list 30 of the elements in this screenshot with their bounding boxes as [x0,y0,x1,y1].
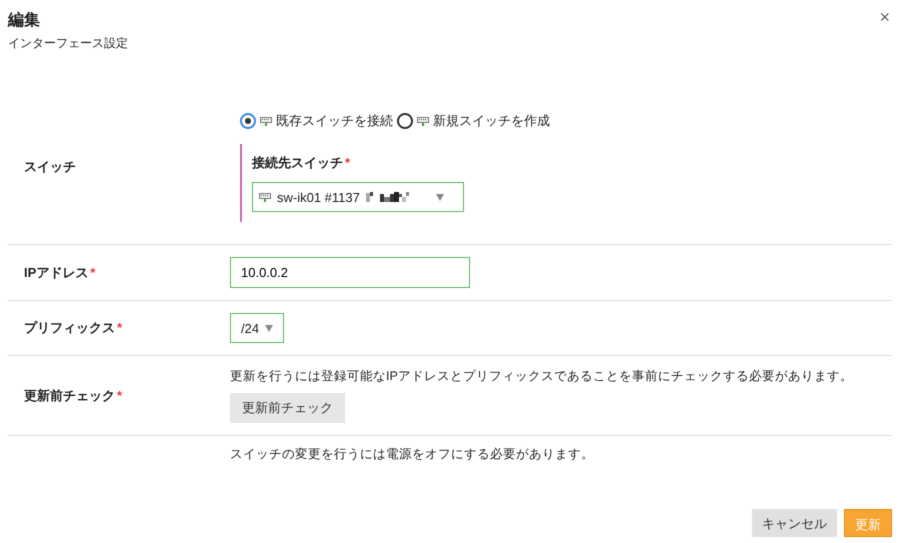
field-label: スイッチ [24,159,76,174]
switch-icon [417,116,429,126]
field-label: IPアドレス [24,264,88,280]
check-button[interactable]: 更新前チェック [230,393,345,423]
radio-button[interactable] [397,113,413,129]
description-text: 更新を行うには登録可能なIPアドレスとプリフィックスであることを事前にチェックする必要があります。 [230,368,853,385]
dialog-title: 編集 [8,10,41,31]
caret-icon [265,324,274,332]
field-label: 接続先スイッチ [252,155,343,170]
select-value: /24 [241,320,260,336]
cancel-button[interactable]: キャンセル [752,509,837,537]
radio-label: 既存スイッチを接続 [276,112,393,130]
ip-input-field[interactable]: 10.0.0.2 [230,257,470,288]
caret-icon [436,194,444,200]
switch-select[interactable]: sw-ik01 #1137 [252,182,464,212]
field-label: 更新前チェック [24,388,115,402]
note-text: スイッチの変更を行うには電源をオフにする必要があります。 [230,446,594,463]
required-mark: * [345,155,350,170]
prefix-select[interactable]: /24 [230,313,284,343]
dialog-subtitle: インターフェース設定 [8,35,128,52]
close-button[interactable]: × [877,8,892,26]
required-mark: * [117,388,122,402]
required-mark: * [117,320,122,335]
select-value: sw-ik01 #1137 [277,190,360,204]
radio-button[interactable] [240,113,256,129]
switch-icon [259,192,271,202]
radio-label: 新規スイッチを作成 [433,112,550,130]
required-mark: * [90,264,96,280]
field-label: プリフィックス [24,320,115,335]
switch-icon [260,116,272,126]
